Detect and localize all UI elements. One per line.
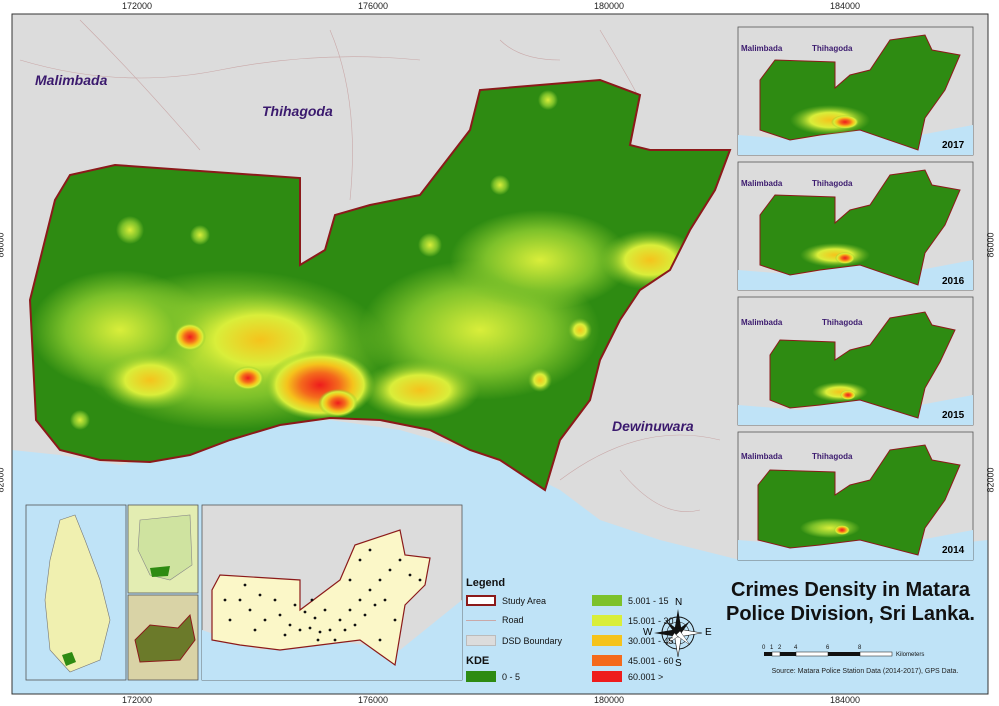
x-tick: 172000: [122, 695, 153, 705]
legend-item-study-area: Study Area: [466, 595, 546, 606]
legend-kde-class: 30.001 - 45: [592, 635, 674, 646]
inset-label: Malimbada: [741, 318, 783, 327]
region-label-thihagoda: Thihagoda: [262, 103, 333, 119]
x-tick: 184000: [830, 1, 861, 11]
inset-label: Malimbada: [741, 452, 783, 461]
year-label-2016: 2016: [942, 276, 965, 287]
x-tick: 176000: [358, 1, 389, 11]
inset-label: Thihagoda: [812, 44, 853, 53]
map-title: Crimes Density in Matara Police Division…: [726, 579, 975, 625]
legend-kde-class: 5.001 - 15: [592, 595, 669, 606]
scale-tick: 8: [858, 645, 862, 651]
y-tick: 82000: [0, 467, 6, 493]
legend-item-dsd-boundary: DSD Boundary: [466, 635, 562, 646]
legend-kde-class: 0 - 5: [466, 671, 520, 682]
compass-s: S: [675, 658, 682, 669]
locator-insets: [25, 504, 463, 681]
inset-label: Malimbada: [741, 44, 783, 53]
x-tick: 172000: [122, 1, 153, 11]
region-label-malimbada: Malimbada: [35, 72, 108, 88]
legend-kde-class: 45.001 - 60: [592, 655, 674, 666]
x-tick: 176000: [358, 695, 389, 705]
year-label-2014: 2014: [942, 545, 965, 556]
legend-title: Legend: [466, 577, 506, 589]
scale-tick: 2: [778, 645, 782, 651]
region-label-dewinuwara: Dewinuwara: [612, 418, 694, 434]
scale-tick: 0: [762, 645, 766, 651]
inset-label: Thihagoda: [822, 318, 863, 327]
inset-label: Thihagoda: [812, 452, 853, 461]
year-label-2017: 2017: [942, 140, 965, 151]
y-tick: 82000: [985, 467, 996, 493]
inset-2015: [737, 296, 974, 426]
year-label-2015: 2015: [942, 410, 965, 421]
compass-e: E: [705, 627, 712, 638]
legend-item-road: Road: [466, 615, 524, 625]
scale-tick: 6: [826, 645, 830, 651]
scale-tick: 4: [794, 645, 798, 651]
scale-tick: 1: [770, 645, 774, 651]
legend-kde-class: 60.001 >: [592, 671, 663, 682]
source-note: Source: Matara Police Station Data (2014…: [771, 668, 959, 675]
x-tick: 180000: [594, 1, 625, 11]
y-tick: 86000: [985, 232, 996, 258]
x-tick: 180000: [594, 695, 625, 705]
y-tick: 86000: [0, 232, 6, 258]
compass-n: N: [675, 597, 683, 608]
x-tick: 184000: [830, 695, 861, 705]
legend-kde-class: 15.001 - 30: [592, 615, 674, 626]
kde-title: KDE: [466, 655, 490, 667]
scale-bar: [764, 651, 893, 657]
compass-w: W: [643, 627, 653, 638]
inset-label: Thihagoda: [812, 179, 853, 188]
map-frame: 172000 176000 180000 184000 172000 17600…: [0, 0, 999, 706]
scale-unit: Kilometers: [896, 652, 925, 658]
inset-label: Malimbada: [741, 179, 783, 188]
